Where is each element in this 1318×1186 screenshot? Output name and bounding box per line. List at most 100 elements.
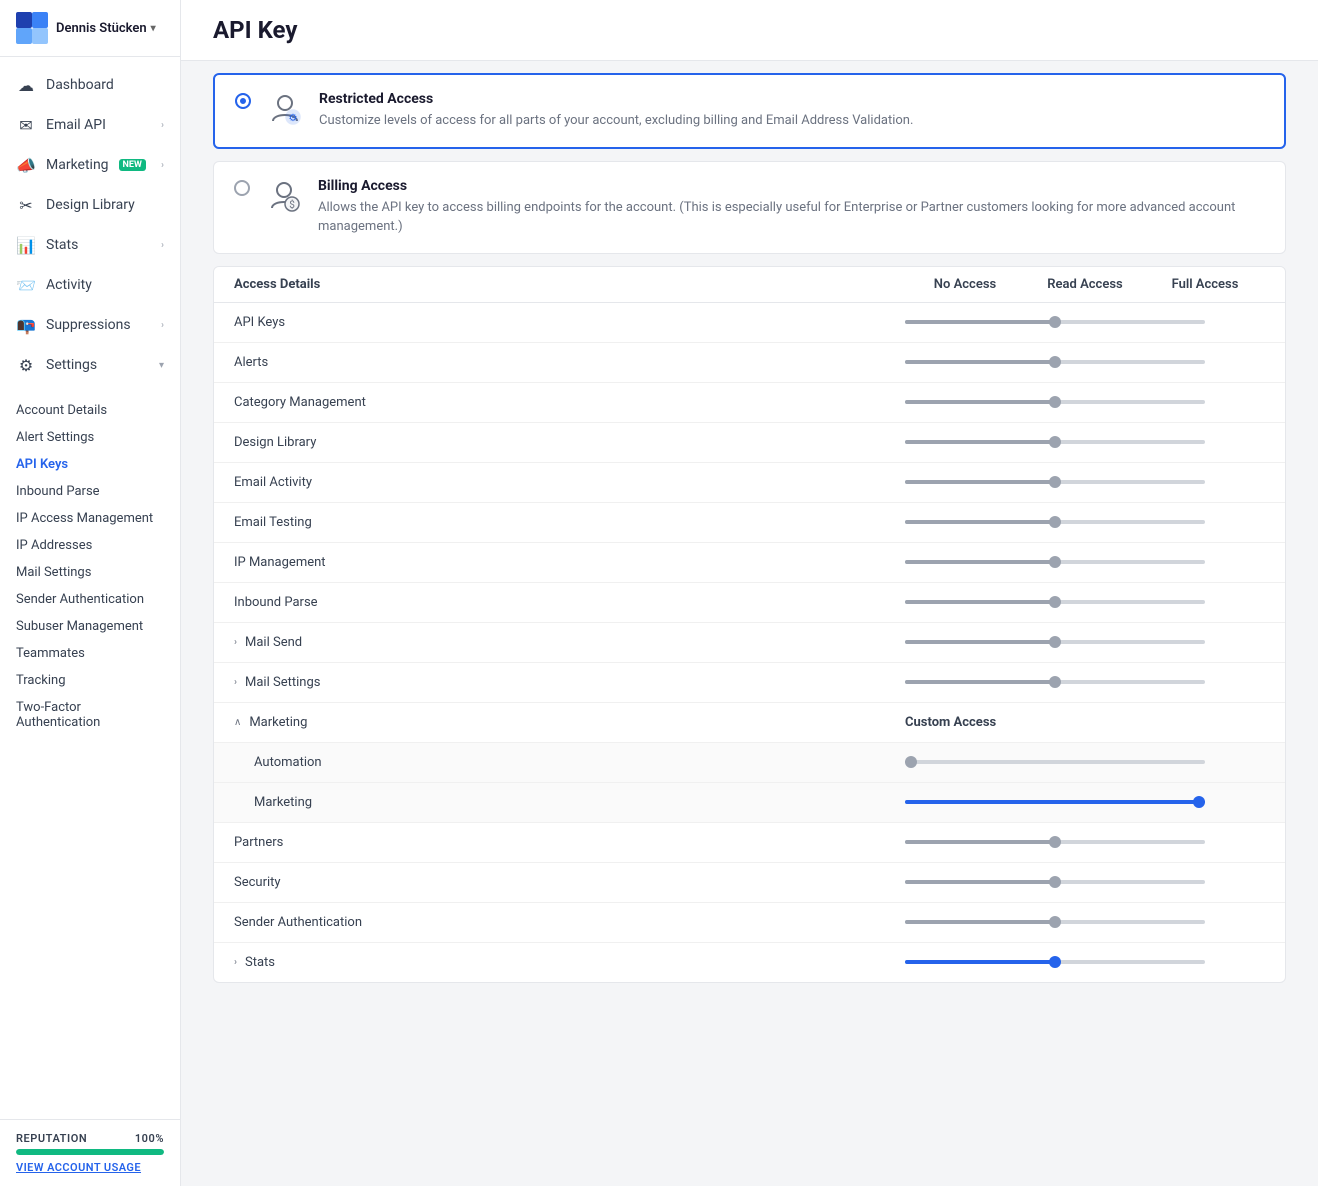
sidebar-item-design-library[interactable]: ✂ Design Library <box>0 185 180 225</box>
user-menu[interactable]: Dennis Stücken ▾ <box>56 21 156 36</box>
row-label-sender-auth: Sender Authentication <box>234 915 905 930</box>
restricted-access-desc: Customize levels of access for all parts… <box>319 111 913 131</box>
sidebar-item-ip-addresses[interactable]: IP Addresses <box>0 532 180 559</box>
marketing-slider[interactable] <box>905 800 1205 804</box>
sidebar-item-tracking[interactable]: Tracking <box>0 667 180 694</box>
automation-slider[interactable] <box>905 760 1205 764</box>
table-row: › Stats <box>214 943 1285 982</box>
row-label-inbound-parse: Inbound Parse <box>234 595 905 610</box>
ip-management-slider[interactable] <box>905 560 1205 564</box>
billing-access-card[interactable]: $ Billing Access Allows the API key to a… <box>213 161 1286 254</box>
mail-send-slider[interactable] <box>905 640 1205 644</box>
billing-access-title: Billing Access <box>318 178 1265 194</box>
table-row: Security <box>214 863 1285 903</box>
access-details-label: Access Details <box>234 277 905 292</box>
sender-auth-slider[interactable] <box>905 920 1205 924</box>
alerts-slider[interactable] <box>905 360 1205 364</box>
app-logo <box>16 12 48 44</box>
row-label-alerts: Alerts <box>234 355 905 370</box>
security-slider[interactable] <box>905 880 1205 884</box>
grid-icon: ⚙ <box>16 355 36 375</box>
page-header: API Key <box>181 0 1318 61</box>
row-label-category-management: Category Management <box>234 395 905 410</box>
sidebar-item-alert-settings[interactable]: Alert Settings <box>0 424 180 451</box>
table-row: ∧ Marketing Custom Access <box>214 703 1285 743</box>
restricted-access-title: Restricted Access <box>319 91 913 107</box>
chevron-right-icon[interactable]: › <box>234 957 237 968</box>
table-row: Email Testing <box>214 503 1285 543</box>
sidebar-item-suppressions[interactable]: 📭 Suppressions › <box>0 305 180 345</box>
mail-settings-slider[interactable] <box>905 680 1205 684</box>
row-label-automation: Automation <box>254 755 905 770</box>
sidebar-item-marketing[interactable]: 📣 Marketing NEW › <box>0 145 180 185</box>
row-label-partners: Partners <box>234 835 905 850</box>
svg-text:⚙: ⚙ <box>289 113 298 124</box>
view-account-usage-link[interactable]: VIEW ACCOUNT USAGE <box>16 1161 164 1174</box>
sidebar-item-api-keys[interactable]: API Keys <box>0 451 180 478</box>
sidebar-item-activity[interactable]: 📨 Activity <box>0 265 180 305</box>
table-row: IP Management <box>214 543 1285 583</box>
chevron-down-icon[interactable]: ∧ <box>234 717 241 728</box>
sidebar-item-stats[interactable]: 📊 Stats › <box>0 225 180 265</box>
scissors-icon: ✂ <box>16 195 36 215</box>
row-label-ip-management: IP Management <box>234 555 905 570</box>
sidebar-item-mail-settings[interactable]: Mail Settings <box>0 559 180 586</box>
billing-access-desc: Allows the API key to access billing end… <box>318 198 1265 237</box>
billing-radio[interactable] <box>234 180 250 196</box>
sidebar: Dennis Stücken ▾ ☁ Dashboard ✉ Email API… <box>0 0 181 1186</box>
row-label-api-keys: API Keys <box>234 315 905 330</box>
reputation-label: REPUTATION <box>16 1132 87 1145</box>
chevron-down-icon: ▾ <box>159 360 164 371</box>
reputation-bar <box>16 1149 164 1155</box>
row-label-email-testing: Email Testing <box>234 515 905 530</box>
sidebar-item-teammates[interactable]: Teammates <box>0 640 180 667</box>
table-row: Email Activity <box>214 463 1285 503</box>
row-label-email-activity: Email Activity <box>234 475 905 490</box>
restricted-access-card[interactable]: ⚙ Restricted Access Customize levels of … <box>213 73 1286 149</box>
sidebar-item-subuser-management[interactable]: Subuser Management <box>0 613 180 640</box>
api-keys-slider[interactable] <box>905 320 1205 324</box>
row-label-mail-send: › Mail Send <box>234 635 905 650</box>
category-slider[interactable] <box>905 400 1205 404</box>
table-row: Automation <box>214 743 1285 783</box>
inbound-parse-slider[interactable] <box>905 600 1205 604</box>
row-label-marketing-sub: Marketing <box>254 795 905 810</box>
sidebar-item-dashboard[interactable]: ☁ Dashboard <box>0 65 180 105</box>
row-label-security: Security <box>234 875 905 890</box>
chart-icon: 📊 <box>16 235 36 255</box>
sidebar-item-email-api[interactable]: ✉ Email API › <box>0 105 180 145</box>
chevron-right-icon[interactable]: › <box>234 677 237 688</box>
row-label-marketing: ∧ Marketing <box>234 715 905 730</box>
suppress-icon: 📭 <box>16 315 36 335</box>
speaker-icon: 📣 <box>16 155 36 175</box>
email-activity-slider[interactable] <box>905 480 1205 484</box>
sidebar-item-account-details[interactable]: Account Details <box>0 397 180 424</box>
sidebar-item-settings[interactable]: ⚙ Settings ▾ <box>0 345 180 385</box>
sidebar-item-two-factor[interactable]: Two-Factor Authentication <box>0 694 180 736</box>
partners-slider[interactable] <box>905 840 1205 844</box>
restricted-icon: ⚙ <box>267 91 303 127</box>
table-row: Inbound Parse <box>214 583 1285 623</box>
reputation-bar-fill <box>16 1149 164 1155</box>
custom-access-badge: Custom Access <box>905 715 1265 730</box>
sidebar-item-inbound-parse[interactable]: Inbound Parse <box>0 478 180 505</box>
chevron-right-icon: › <box>161 160 164 171</box>
row-label-stats: › Stats <box>234 955 905 970</box>
chevron-right-icon: › <box>161 120 164 131</box>
row-label-mail-settings: › Mail Settings <box>234 675 905 690</box>
table-row: › Mail Settings <box>214 663 1285 703</box>
table-row: Partners <box>214 823 1285 863</box>
billing-icon: $ <box>266 178 302 214</box>
mail-icon: ✉ <box>16 115 36 135</box>
sidebar-item-sender-authentication[interactable]: Sender Authentication <box>0 586 180 613</box>
chevron-right-icon[interactable]: › <box>234 637 237 648</box>
col-read-access: Read Access <box>1025 277 1145 292</box>
stats-slider[interactable] <box>905 960 1205 964</box>
restricted-radio[interactable] <box>235 93 251 109</box>
design-library-slider[interactable] <box>905 440 1205 444</box>
content-area: ⚙ Restricted Access Customize levels of … <box>181 61 1318 1186</box>
sidebar-item-ip-access-management[interactable]: IP Access Management <box>0 505 180 532</box>
email-testing-slider[interactable] <box>905 520 1205 524</box>
chevron-right-icon: › <box>161 240 164 251</box>
main-nav: ☁ Dashboard ✉ Email API › 📣 Marketing NE… <box>0 57 180 393</box>
